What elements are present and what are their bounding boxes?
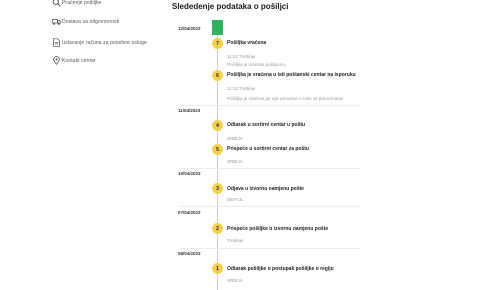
sidebar-item-contact[interactable]: Kontakt centar [53, 55, 96, 67]
step-number-badge: 1 [212, 263, 223, 274]
sidebar-item-label: Dostava sa odgovornosti [62, 19, 120, 25]
event-title: Odjava u izvornu namjenu pošte [227, 186, 304, 192]
event-detail: DETAJL [227, 197, 244, 202]
group-divider [180, 168, 360, 169]
step-number-badge: 2 [212, 223, 223, 234]
timeline-date: 11/04/2023 [178, 108, 201, 113]
event-detail: 11:22 Trebinje [227, 54, 256, 59]
timeline-date: 07/04/2023 [178, 210, 201, 215]
sidebar-item-tracking[interactable]: Praćenje pošiljke [52, 0, 102, 9]
event-detail: 11:22 Trebinje [227, 86, 256, 91]
timeline-line [217, 28, 218, 290]
event-title: Odlazak pošiljke u postupak pošiljke u r… [227, 266, 334, 272]
event-title: Pošiljka vraćena [227, 40, 267, 46]
event-detail: Trebinje [227, 238, 244, 243]
timeline-date: 12/04/2023 [178, 26, 201, 31]
event-detail: Pošiljka je vraćena jer nije preuzeta u … [227, 96, 344, 101]
event-title: Prispeće u sortirni centar za poštu [227, 146, 309, 152]
document-icon [52, 38, 61, 47]
page-title: Slededenje podataka o pošiljci [172, 2, 289, 11]
timeline-date: 06/04/2023 [178, 251, 201, 256]
step-number-badge: 4 [212, 120, 223, 131]
sidebar-item-invoices[interactable]: Izdavanje računa za posebne usluge [53, 37, 147, 49]
sidebar-item-label: Kontakt centar [62, 58, 96, 64]
sidebar-item-delivery[interactable]: Dostava sa odgovornosti [52, 16, 120, 28]
group-divider [180, 206, 360, 207]
location-pin-icon [52, 56, 61, 65]
event-detail: Pošiljka je vraćena pošiljaocu [227, 62, 286, 67]
step-number-badge: 5 [212, 144, 223, 155]
sidebar: Praćenje pošiljke Dostava sa odgovornost… [0, 0, 165, 290]
step-number-badge: 7 [212, 38, 223, 49]
timeline-date: 10/04/2023 [178, 171, 201, 176]
sidebar-item-label: Praćenje pošiljke [62, 0, 102, 6]
group-divider [180, 105, 360, 106]
event-title: Odlazak u sortirni centar u poštu [227, 122, 306, 128]
step-number-badge: 6 [212, 70, 223, 81]
event-detail: SRBIJA [227, 136, 243, 141]
step-number-badge: 3 [212, 183, 223, 194]
truck-icon [52, 17, 61, 26]
event-detail: SRBIJA [227, 159, 243, 164]
search-icon [52, 0, 61, 7]
event-title: Prispeće pošiljke u izvornu namjenu pošt… [227, 226, 329, 232]
event-title: Pošiljka je vraćena u isti poštanski cen… [227, 72, 356, 78]
sidebar-item-label: Izdavanje računa za posebne usluge [62, 40, 147, 46]
group-divider [180, 248, 360, 249]
timeline-start-marker [212, 20, 223, 35]
event-detail: SRBIJA [227, 278, 243, 283]
